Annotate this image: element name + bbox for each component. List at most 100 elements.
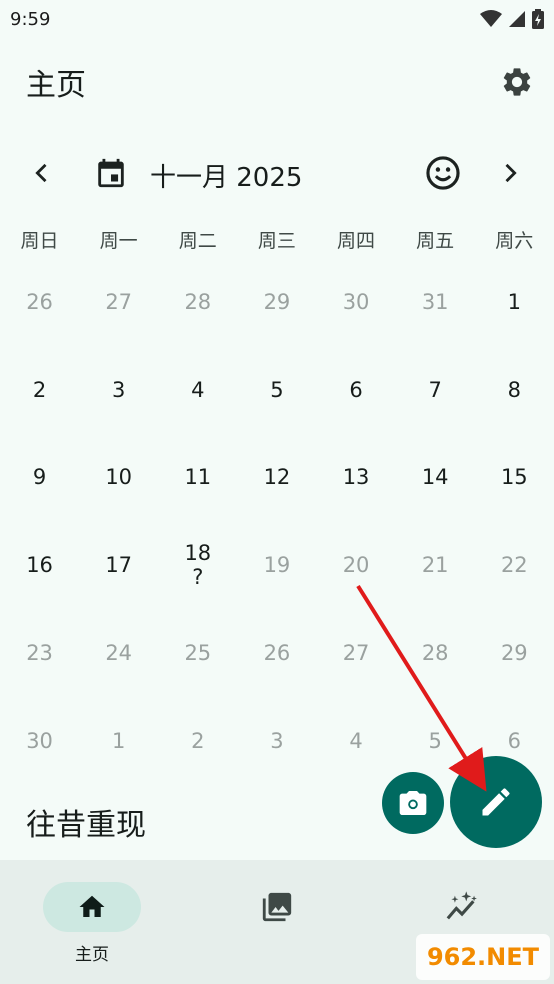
calendar-day-cell[interactable]: 10	[79, 434, 158, 522]
page-title: 主页	[26, 68, 86, 103]
next-month-button[interactable]	[496, 159, 524, 187]
calendar-day-cell[interactable]: 12	[237, 434, 316, 522]
calendar-day-cell[interactable]: 4	[158, 346, 237, 434]
calendar-day-cell[interactable]: 18?	[158, 521, 237, 609]
calendar-day-cell[interactable]: 27	[79, 258, 158, 346]
calendar-day-cell[interactable]: 7	[396, 346, 475, 434]
calendar-day-cell[interactable]: 1	[79, 697, 158, 785]
calendar-day-cell[interactable]: 31	[396, 258, 475, 346]
mood-button[interactable]	[424, 154, 462, 192]
app-bar: 主页	[0, 50, 554, 114]
previous-month-button[interactable]	[28, 159, 56, 187]
day-number: 9	[32, 465, 47, 490]
day-number: 3	[112, 377, 126, 402]
calendar-day-cell[interactable]: 27	[317, 609, 396, 697]
day-number: 6	[349, 377, 363, 402]
calendar-week-row: 23 24 25 26 27 28 29	[0, 609, 554, 697]
chevron-right-icon	[505, 163, 517, 183]
calendar-day-cell[interactable]: 5	[237, 346, 316, 434]
day-number: 17	[105, 553, 133, 578]
weekday-label: 周二	[178, 230, 217, 252]
calendar-day-cell[interactable]: 1	[475, 258, 554, 346]
day-number: 24	[105, 641, 133, 666]
calendar-day-cell[interactable]: 28	[158, 258, 237, 346]
calendar-day-cell[interactable]: 22	[475, 521, 554, 609]
weekday-label: 周五	[416, 230, 455, 252]
day-number: 20	[342, 553, 370, 578]
day-number: 28	[421, 641, 449, 666]
calendar-day-cell[interactable]: 15	[475, 434, 554, 522]
day-number: 1	[507, 289, 521, 314]
day-number: 19	[263, 553, 291, 578]
month-label[interactable]: 十一月 2025	[150, 157, 302, 194]
status-bar: 9:59	[0, 0, 554, 38]
calendar-day-cell[interactable]: 14	[396, 434, 475, 522]
calendar-day-cell[interactable]: 28	[396, 609, 475, 697]
camera-button[interactable]	[382, 772, 444, 834]
calendar-day-cell[interactable]: 23	[0, 609, 79, 697]
calendar-day-cell[interactable]: 4	[317, 697, 396, 785]
day-number: 26	[26, 289, 53, 314]
day-number: 13	[342, 465, 370, 490]
nav-item-photos[interactable]	[185, 860, 369, 984]
calendar-picker-button[interactable]	[94, 156, 128, 190]
day-number: 2	[191, 728, 205, 753]
settings-button[interactable]	[500, 65, 534, 99]
calendar-day-cell[interactable]: 3	[79, 346, 158, 434]
day-number: 31	[421, 289, 449, 314]
smiley-icon	[426, 156, 460, 190]
calendar-day-cell[interactable]: 11	[158, 434, 237, 522]
day-number: 15	[500, 465, 528, 490]
calendar-day-cell[interactable]: 17	[79, 521, 158, 609]
calendar-day-cell[interactable]: 16	[0, 521, 79, 609]
weekday-label: 周一	[99, 230, 138, 252]
day-number: 8	[507, 377, 521, 402]
calendar-day-cell[interactable]: 29	[237, 258, 316, 346]
day-number: 18	[184, 541, 212, 566]
write-entry-button[interactable]	[450, 756, 542, 848]
calendar-grid: 26 27 28 29 30 31 1 2 3 4 5 6 7 8 9 10 11 12 13 14 15 16 17 18?…	[0, 258, 554, 785]
calendar-day-cell[interactable]: 20	[317, 521, 396, 609]
day-number: 29	[263, 289, 291, 314]
home-icon	[79, 895, 105, 917]
calendar-day-cell[interactable]: 29	[475, 609, 554, 697]
calendar-day-cell[interactable]: 24	[79, 609, 158, 697]
calendar-day-cell[interactable]: 2	[158, 697, 237, 785]
day-number: 30	[26, 728, 53, 753]
watermark-logo: 962.NET	[416, 934, 550, 980]
calendar-day-cell[interactable]: 30	[0, 697, 79, 785]
calendar-day-cell[interactable]: 26	[237, 609, 316, 697]
calendar-day-cell[interactable]: 26	[0, 258, 79, 346]
calendar-day-cell[interactable]: 21	[396, 521, 475, 609]
chevron-left-icon	[35, 163, 47, 183]
wifi-icon	[480, 10, 502, 27]
camera-icon	[399, 791, 427, 815]
nav-item-home[interactable]: 主页	[0, 860, 184, 984]
weekday-label: 周六	[495, 230, 534, 252]
day-number: 21	[421, 553, 449, 578]
day-number: 4	[349, 728, 363, 753]
calendar-day-cell[interactable]: 3	[237, 697, 316, 785]
weekday-header: 周日 周一 周二 周三 周四 周五 周六	[0, 226, 554, 260]
calendar-week-row: 2 3 4 5 6 7 8	[0, 346, 554, 434]
day-number: 3	[270, 728, 284, 753]
calendar-day-cell[interactable]: 19	[237, 521, 316, 609]
section-title-memories: 往昔重现	[26, 808, 146, 843]
calendar-day-cell[interactable]: 25	[158, 609, 237, 697]
day-number: 1	[112, 728, 126, 753]
calendar-day-cell[interactable]: 6	[317, 346, 396, 434]
calendar-day-cell[interactable]: 9	[0, 434, 79, 522]
calendar-day-cell[interactable]: 30	[317, 258, 396, 346]
day-number: 28	[184, 289, 212, 314]
status-icons	[480, 9, 544, 29]
signal-icon	[509, 11, 525, 27]
calendar-icon	[98, 158, 124, 188]
day-number: 25	[184, 641, 212, 666]
day-number: 2	[32, 377, 47, 402]
calendar-day-cell[interactable]: 8	[475, 346, 554, 434]
calendar-day-cell[interactable]: 2	[0, 346, 79, 434]
day-number: 5	[428, 728, 442, 753]
calendar-day-cell[interactable]: 13	[317, 434, 396, 522]
calendar-week-row: 26 27 28 29 30 31 1	[0, 258, 554, 346]
photo-library-icon	[262, 892, 292, 922]
